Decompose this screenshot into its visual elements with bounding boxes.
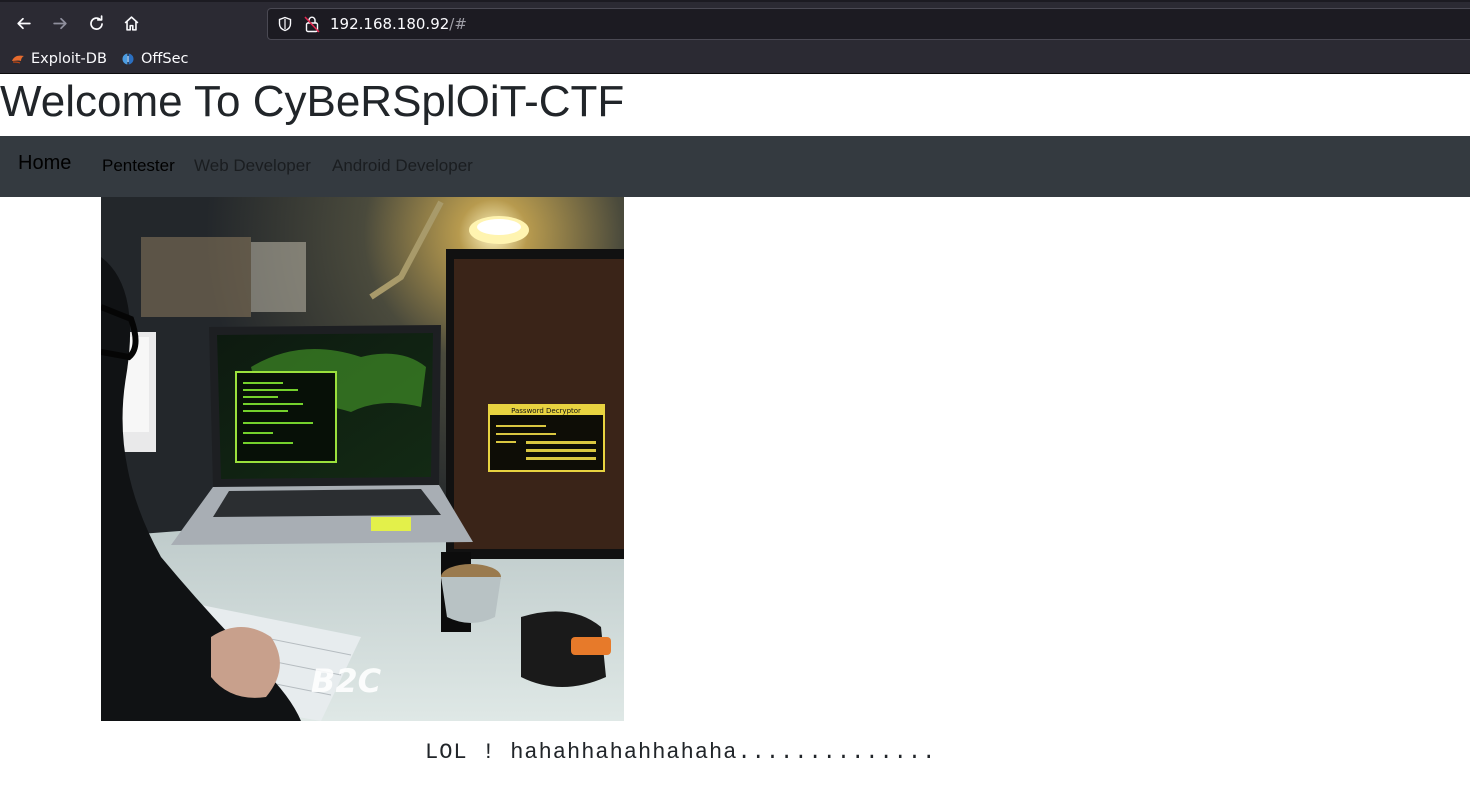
lol-message: LOL ! hahahhahahhahaha.............. [425,740,937,765]
back-arrow-icon [16,17,31,29]
url-host: 192.168.180.92 [330,15,450,33]
tracking-protection-shield-icon[interactable] [277,16,293,32]
page-heading: Welcome To CyBeRSplOiT-CTF [0,77,625,126]
hacker-desk-illustration: Password Decryptor B2C [101,197,624,721]
bookmarks-toolbar: Exploit-DB OffSec [0,44,1470,74]
nav-link-android-developer[interactable]: Android Developer [332,156,473,176]
home-button[interactable] [116,8,146,38]
forward-arrow-icon [52,17,67,29]
reload-button[interactable] [81,8,111,38]
url-text[interactable]: 192.168.180.92/# [330,15,467,34]
b2c-watermark: B2C [311,662,382,700]
bookmark-offsec[interactable]: OffSec [121,48,189,70]
url-hash: /# [449,15,467,33]
reload-icon [89,14,103,30]
bookmark-exploit-db[interactable]: Exploit-DB [11,48,107,70]
url-bar[interactable]: 192.168.180.92/# [267,8,1470,40]
back-button[interactable] [8,8,38,38]
nav-link-web-developer[interactable]: Web Developer [194,156,311,176]
navbar-brand-home-link[interactable]: Home [18,152,71,175]
nav-link-pentester[interactable]: Pentester [102,156,175,176]
exploit-db-icon [12,55,24,64]
hacker-desk-image: Password Decryptor B2C [101,197,624,721]
forward-button[interactable] [45,8,75,38]
popup-title: Password Decryptor [511,407,581,415]
bookmark-label: OffSec [141,51,189,67]
insecure-lock-icon[interactable] [304,15,320,33]
site-navbar: Home Pentester Web Developer Android Dev… [0,136,1470,197]
bookmark-label: Exploit-DB [31,51,107,67]
home-icon [124,15,138,31]
offsec-icon [122,53,134,65]
browser-toolbar: 192.168.180.92/# [0,0,1470,44]
